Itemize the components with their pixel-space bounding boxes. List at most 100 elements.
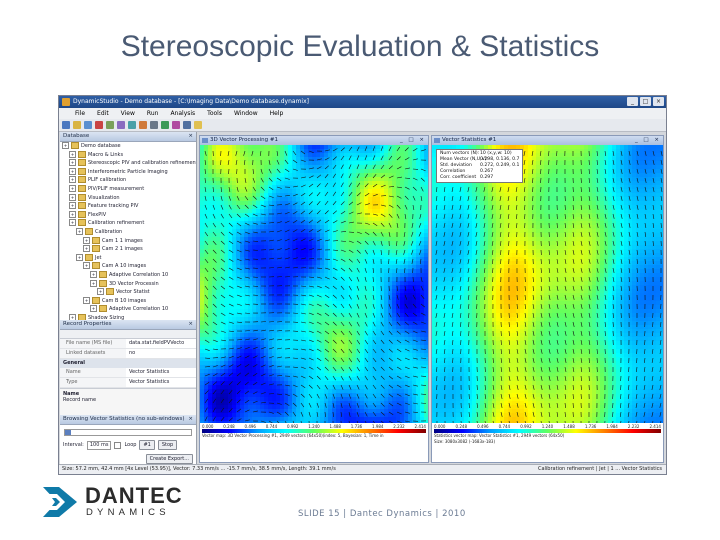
menu-run[interactable]: Run [147,108,159,119]
expand-icon[interactable]: + [90,279,97,287]
expand-icon[interactable]: + [83,262,90,270]
window-icon[interactable] [183,121,191,129]
vector-map-plot[interactable] [200,145,428,423]
expand-icon[interactable]: + [97,288,104,296]
database-panel-close-icon[interactable]: × [188,132,193,141]
create-export-button[interactable]: Create Export... [145,454,193,464]
menu-tools[interactable]: Tools [207,108,222,119]
property-value[interactable]: no [126,349,196,358]
tree-item[interactable]: + Macro & Links [62,150,196,160]
vector-cell [284,281,288,285]
tree-item[interactable]: + Interferometric Particle Imaging [62,167,196,177]
expand-icon[interactable]: + [76,227,83,235]
tree-item[interactable]: + Jet [62,253,196,263]
property-value[interactable]: data.stat.fieldPVVecto [126,339,196,348]
settings-icon[interactable] [139,121,147,129]
vector-cell [396,397,400,401]
vector-processing-window-controls[interactable]: _ □ × [400,136,426,145]
slider-thumb[interactable] [65,430,71,435]
tree-item[interactable]: + Cam 2 1 images [62,245,196,254]
property-row[interactable]: File name (MS file) data.stat.fieldPVVect… [60,339,196,349]
vector-cell [404,153,408,157]
expand-icon[interactable]: + [69,184,76,192]
tree-item[interactable]: + Adaptive Correlation 10 [62,270,196,280]
vector-cell [392,325,396,329]
vector-processing-header: 3D Vector Processing #1 _ □ × [200,136,428,145]
tree-item[interactable]: + Visualization [62,193,196,203]
open-icon[interactable] [73,121,81,129]
vector-processing-window[interactable]: 3D Vector Processing #1 _ □ × 0.000 0.248… [199,135,429,463]
menu-view[interactable]: View [121,108,135,119]
loop-checkbox[interactable] [114,441,122,449]
expand-icon[interactable]: + [69,219,76,227]
property-row[interactable]: Linked datasets no [60,349,196,359]
vector-cell [368,201,372,205]
tree-item[interactable]: + Vector Statist [62,288,196,297]
tree-item[interactable]: + FlexPIV [62,210,196,220]
folder-icon [78,219,86,227]
maximize-button[interactable]: □ [640,97,651,106]
interval-input[interactable]: 100 ms [86,440,112,450]
analysis-icon[interactable] [117,121,125,129]
expand-icon[interactable]: + [90,270,97,278]
menu-edit[interactable]: Edit [97,108,109,119]
expand-icon[interactable]: + [83,236,90,244]
vector-cell [336,409,340,413]
tree-item[interactable]: + Calibration refinement [62,219,196,228]
menu-window[interactable]: Window [234,108,258,119]
tree-item[interactable]: + Stereoscopic PIV and calibration refine… [62,159,196,168]
run-icon[interactable] [106,121,114,129]
vector-map-1[interactable] [200,145,428,423]
vector-cell [340,289,344,293]
browsing-panel-close-icon[interactable]: × [188,415,193,424]
tree-item[interactable]: + Cam A 10 images [62,262,196,271]
color-icon[interactable] [172,121,180,129]
menu-help[interactable]: Help [270,108,284,119]
menu-analysis[interactable]: Analysis [170,108,195,119]
expand-icon[interactable]: + [69,176,76,184]
vector-cell [268,157,272,161]
property-row[interactable]: Type Vector Statistics [60,378,196,388]
help-icon[interactable] [194,121,202,129]
property-row[interactable]: Name Vector Statistics [60,368,196,378]
tree-item-label: PLIF calibration [88,177,127,184]
expand-icon[interactable]: + [90,305,97,313]
record-properties-close-icon[interactable]: × [188,320,193,329]
delete-icon[interactable] [95,121,103,129]
tree-item[interactable]: +3D Vector Processin [62,279,196,289]
zoom-icon[interactable] [150,121,158,129]
expand-icon[interactable]: + [62,142,69,149]
expand-icon[interactable]: + [76,253,83,261]
expand-icon[interactable]: + [69,159,76,167]
tree-item[interactable]: + PLIF calibration [62,176,196,185]
close-button[interactable]: × [653,97,664,106]
acquisition-icon[interactable] [128,121,136,129]
vector-cell [308,209,312,213]
refresh-icon[interactable] [161,121,169,129]
expand-icon[interactable]: + [69,202,76,210]
expand-icon[interactable]: + [69,150,76,158]
tree-item[interactable]: + Calibration [62,227,196,237]
minimize-button[interactable]: _ [627,97,638,106]
vector-cell [376,197,380,201]
expand-icon[interactable]: + [83,245,90,253]
property-value[interactable]: Vector Statistics [126,378,196,387]
stop-button[interactable]: Stop [157,440,178,450]
new-icon[interactable] [62,121,70,129]
expand-icon[interactable]: + [69,210,76,218]
tree-item[interactable]: + PIV/PLIF measurement [62,184,196,194]
play-button[interactable]: #1 [139,440,155,450]
expand-icon[interactable]: + [69,167,76,175]
tree-item[interactable]: + Feature tracking PIV [62,202,196,211]
property-category[interactable]: General [60,359,196,368]
expand-icon[interactable]: + [69,193,76,201]
tree-item[interactable]: + Adaptive Correlation 10 [62,305,196,314]
save-icon[interactable] [84,121,92,129]
property-value[interactable]: Vector Statistics [126,368,196,377]
tree-item[interactable]: + Demo database [62,142,196,151]
tree-item[interactable]: + Cam 1 1 images [62,236,196,246]
tree-item[interactable]: + Cam B 10 images [62,296,196,306]
record-slider[interactable] [64,429,192,436]
menu-file[interactable]: File [75,108,85,119]
expand-icon[interactable]: + [83,296,90,304]
